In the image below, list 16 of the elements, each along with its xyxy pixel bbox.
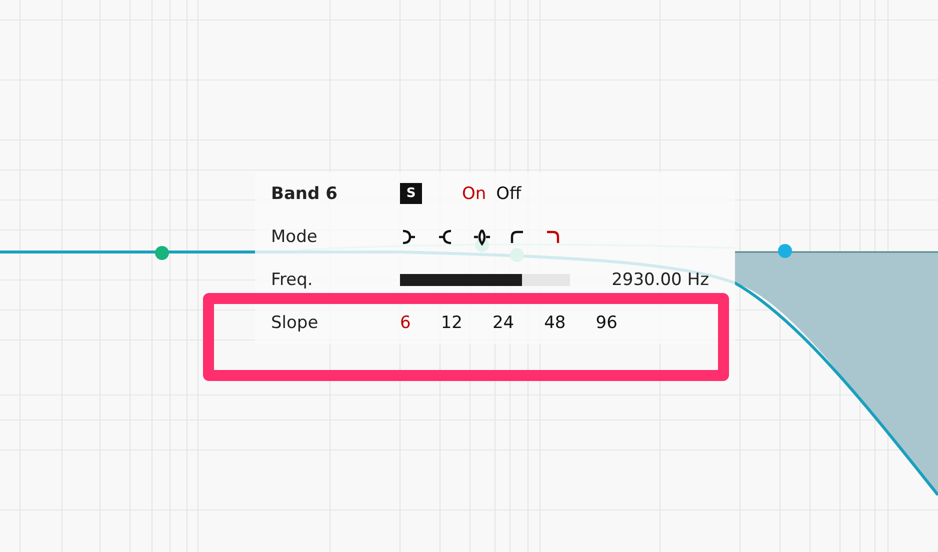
slope-option[interactable]: 48 [544, 312, 566, 332]
notch-icon [472, 226, 490, 246]
slope-option[interactable]: 6 [400, 312, 411, 332]
power-option[interactable]: Off [496, 184, 522, 204]
slope-option[interactable]: 12 [440, 312, 462, 332]
power-option[interactable]: On [462, 184, 486, 204]
freq-value: 2930.00 Hz [612, 270, 709, 290]
slope-option[interactable]: 24 [492, 312, 514, 332]
freq-slider[interactable] [400, 274, 570, 286]
mode-label: Mode [271, 226, 318, 246]
band-title: Band 6 [271, 184, 338, 204]
slope-option[interactable]: 96 [596, 312, 618, 332]
slope-label: Slope [271, 312, 320, 332]
mode-option[interactable] [472, 226, 490, 246]
solo-button[interactable]: S [400, 183, 422, 204]
freq-label: Freq. [271, 270, 314, 290]
